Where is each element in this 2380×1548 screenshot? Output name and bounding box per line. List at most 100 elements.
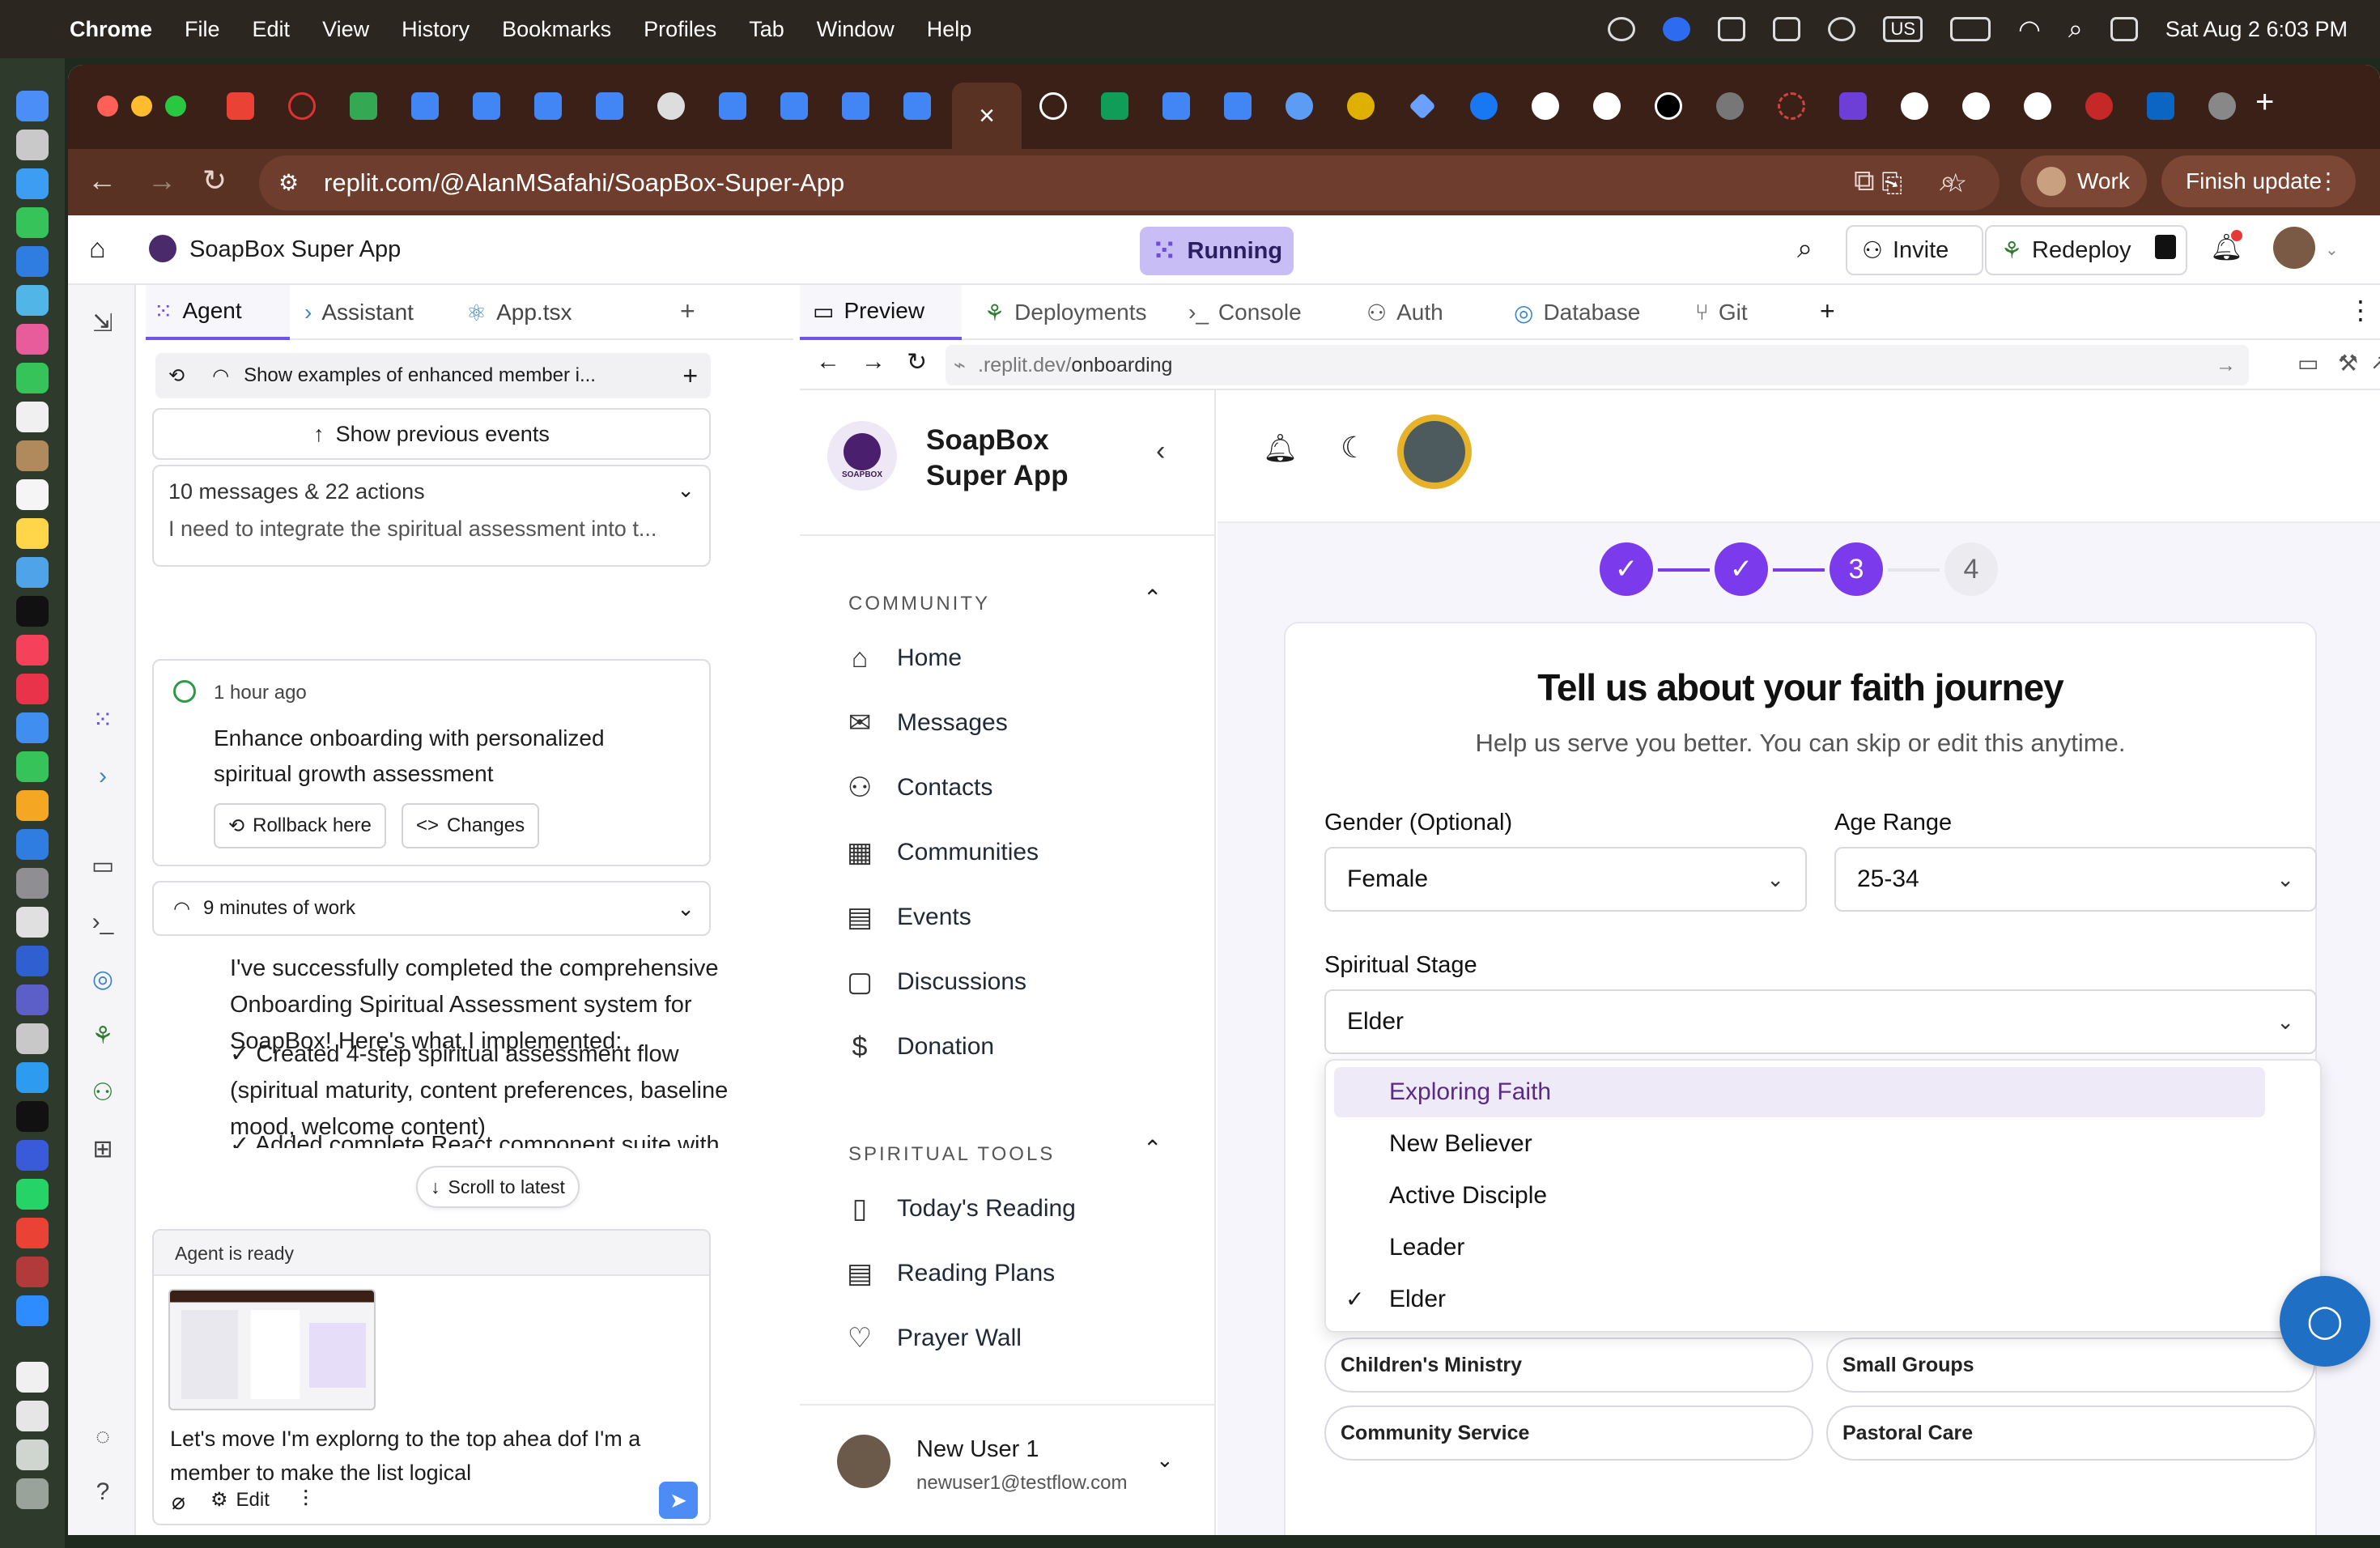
status-item-icon[interactable]	[1608, 17, 1636, 41]
nav-discussions[interactable]: ▢ Discussions	[844, 962, 1026, 1002]
whatsapp-icon[interactable]	[16, 1179, 49, 1210]
menu-app-name[interactable]: Chrome	[70, 17, 152, 42]
nav-messages[interactable]: ✉ Messages	[844, 703, 1008, 743]
menu-window[interactable]: Window	[817, 17, 895, 42]
multiplayer-icon[interactable]	[2155, 235, 2176, 259]
linkedin-tab-icon[interactable]	[2147, 92, 2174, 120]
tab-icon[interactable]	[1347, 92, 1375, 120]
run-button[interactable]: ⁙ Running	[1140, 227, 1294, 275]
zoom-icon[interactable]	[1663, 17, 1691, 41]
option-exploring-faith[interactable]: Exploring Faith	[1334, 1067, 2265, 1117]
nav-prayer-wall[interactable]: ♡ Prayer Wall	[844, 1318, 1022, 1359]
help-icon[interactable]: ?	[89, 1478, 117, 1506]
interest-chip[interactable]: Small Groups	[1826, 1337, 2315, 1393]
github-tab-icon[interactable]	[1532, 92, 1559, 120]
tab-icon[interactable]	[1839, 92, 1867, 120]
thread-header[interactable]: ⟲ ◠ Show examples of enhanced member i..…	[155, 353, 711, 398]
reload-icon[interactable]: ↻	[202, 164, 227, 198]
console-rail-icon[interactable]: ›_	[89, 908, 117, 936]
tab-search-icon[interactable]: ⌕	[1940, 164, 1956, 198]
menu-history[interactable]: History	[402, 17, 470, 42]
tab-database[interactable]: ◎ Database	[1501, 285, 1640, 340]
clock[interactable]: Sat Aug 2 6:03 PM	[2165, 17, 2348, 42]
tab-app-tsx[interactable]: ⚛ App.tsx	[466, 285, 572, 340]
menu-edit[interactable]: Edit	[253, 17, 291, 42]
word-icon[interactable]	[16, 946, 49, 976]
option-elder[interactable]: Elder	[1334, 1274, 2265, 1325]
header-avatar[interactable]	[1397, 415, 1472, 489]
assistant-rail-icon[interactable]: ›	[89, 763, 117, 790]
keynote-icon[interactable]	[16, 712, 49, 743]
google-tab-icon[interactable]	[1962, 92, 1990, 120]
menu-help[interactable]: Help	[927, 17, 972, 42]
messages-icon[interactable]	[16, 207, 49, 238]
chevron-down-icon[interactable]: ⌄	[677, 896, 695, 921]
install-icon[interactable]: ⎘	[1881, 155, 1902, 211]
minimize-window-button[interactable]	[131, 96, 152, 117]
outlook-icon[interactable]	[1718, 17, 1746, 41]
spiritual-stage-select[interactable]: Elder ⌄	[1324, 989, 2317, 1054]
play-icon[interactable]	[1828, 17, 1856, 41]
tv-icon[interactable]	[16, 596, 49, 627]
deployments-rail-icon[interactable]: ⚘	[89, 1022, 117, 1049]
google-tab-icon[interactable]	[1901, 92, 1928, 120]
terminal-icon[interactable]	[16, 1101, 49, 1132]
docs-tab-icon[interactable]	[903, 92, 931, 120]
google-tab-icon[interactable]	[2024, 92, 2051, 120]
tab-icon[interactable]	[1778, 92, 1805, 120]
docs-tab-icon[interactable]	[411, 92, 439, 120]
mail-app-icon[interactable]	[16, 246, 49, 277]
project-name[interactable]: SoapBox Super App	[189, 236, 401, 263]
rollback-button[interactable]: ⟲ Rollback here	[214, 803, 386, 848]
notes-icon[interactable]	[16, 518, 49, 549]
settings-icon[interactable]	[16, 868, 49, 899]
gemini-tab-icon[interactable]	[1409, 92, 1436, 120]
teams-icon[interactable]	[1773, 17, 1801, 41]
globe-tab-icon[interactable]	[2208, 92, 2236, 120]
settings-sliders-icon[interactable]: ⫶	[303, 1486, 308, 1513]
show-previous-button[interactable]: ↑ Show previous events	[152, 408, 711, 460]
scroll-to-latest-button[interactable]: ↓ Scroll to latest	[416, 1166, 580, 1208]
chevron-down-icon[interactable]: ⌄	[2325, 240, 2339, 260]
attach-icon[interactable]: ⌀	[172, 1488, 185, 1515]
photos-icon[interactable]	[16, 324, 49, 355]
tab-icon[interactable]	[1716, 92, 1744, 120]
collapse-sidebar-icon[interactable]: ‹	[1156, 436, 1165, 467]
news-icon[interactable]	[16, 674, 49, 704]
spotlight-icon[interactable]: ⌕	[2068, 14, 2083, 45]
agent-rail-icon[interactable]: ⁙	[89, 706, 117, 734]
docs-tab-icon[interactable]	[1162, 92, 1190, 120]
chrome-icon[interactable]	[16, 1218, 49, 1248]
calendar-app-icon[interactable]	[16, 402, 49, 432]
moon-icon[interactable]: ☾	[1341, 431, 1366, 465]
summary-card[interactable]: 10 messages & 22 actions I need to integ…	[152, 465, 711, 567]
control-center-icon[interactable]	[2110, 17, 2138, 41]
pages-icon[interactable]	[16, 790, 49, 821]
maps-icon[interactable]	[16, 285, 49, 316]
interest-chip[interactable]: Children's Ministry	[1324, 1337, 1813, 1393]
preview-rail-icon[interactable]: ▭	[89, 852, 117, 879]
trash-icon[interactable]	[16, 1478, 49, 1509]
preview-icon[interactable]	[16, 1401, 49, 1431]
reminders-icon[interactable]	[16, 479, 49, 510]
facetime-icon[interactable]	[16, 363, 49, 393]
menu-bookmarks[interactable]: Bookmarks	[502, 17, 611, 42]
tab-preview[interactable]: ▭ Preview	[800, 285, 962, 340]
history-icon[interactable]: ⟲	[168, 364, 185, 388]
freeform-icon[interactable]	[16, 557, 49, 588]
menu-file[interactable]: File	[185, 17, 220, 42]
more-vert-icon[interactable]: ⋮	[2348, 295, 2374, 325]
profile-button[interactable]: Work	[2021, 155, 2147, 207]
close-window-button[interactable]	[97, 96, 118, 117]
sheets-tab-icon[interactable]	[1101, 92, 1128, 120]
send-button[interactable]: ➤	[659, 1482, 698, 1519]
back-icon[interactable]: ←	[816, 348, 840, 376]
interest-chip[interactable]: Community Service	[1324, 1406, 1813, 1461]
gmail-tab-icon[interactable]	[227, 92, 254, 120]
nav-donation[interactable]: $ Donation	[844, 1027, 995, 1067]
wrench-icon[interactable]: ⚒	[2338, 350, 2358, 376]
add-tab-icon[interactable]: +	[680, 296, 695, 326]
battery-icon[interactable]	[1950, 17, 1991, 41]
tab-icon[interactable]	[288, 92, 316, 120]
devices-icon[interactable]: ▭	[2297, 350, 2318, 376]
